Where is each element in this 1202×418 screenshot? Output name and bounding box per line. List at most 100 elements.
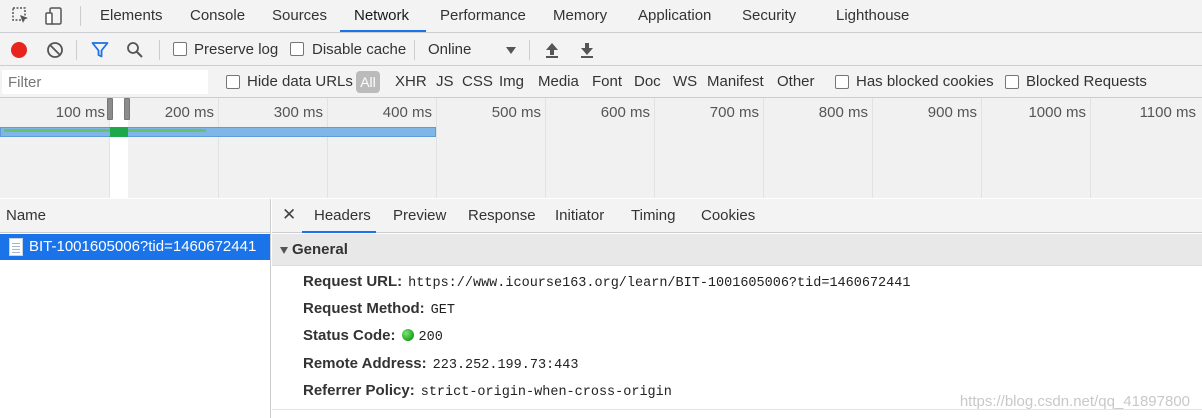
- request-url-value: https://www.icourse163.org/learn/BIT-100…: [408, 276, 911, 291]
- network-overview[interactable]: 100 ms 200 ms 300 ms 400 ms 500 ms 600 m…: [0, 98, 1202, 198]
- filter-input[interactable]: [2, 70, 208, 94]
- filter-type-all[interactable]: All: [356, 71, 380, 93]
- import-har-icon[interactable]: [541, 39, 563, 61]
- disable-cache-label[interactable]: Disable cache: [312, 33, 406, 66]
- filter-type-xhr[interactable]: XHR: [395, 66, 427, 98]
- inspect-element-icon[interactable]: [9, 5, 33, 27]
- remote-address-value: 223.252.199.73:443: [432, 358, 579, 373]
- has-blocked-cookies-checkbox[interactable]: [835, 75, 849, 89]
- filter-type-js[interactable]: JS: [436, 66, 454, 98]
- timeline-tick-label: 900 ms: [927, 104, 977, 121]
- disable-cache-checkbox[interactable]: [290, 42, 304, 56]
- request-url-key: Request URL:: [303, 273, 403, 290]
- general-section-header[interactable]: General: [272, 234, 1202, 266]
- expand-triangle-icon: [280, 247, 288, 254]
- status-ok-icon: [401, 329, 414, 341]
- filter-type-doc[interactable]: Doc: [634, 66, 661, 98]
- filter-icon[interactable]: [89, 39, 111, 61]
- toolbar-separator: [76, 40, 77, 60]
- timeline-gridline: [654, 98, 655, 198]
- tab-response[interactable]: Response: [468, 199, 536, 233]
- tab-timing[interactable]: Timing: [631, 199, 675, 233]
- toolbar-separator: [159, 40, 160, 60]
- overview-left-handle[interactable]: [107, 98, 113, 120]
- tab-elements[interactable]: Elements: [100, 0, 163, 32]
- timeline-gridline: [981, 98, 982, 198]
- remote-address-key: Remote Address:: [303, 355, 427, 372]
- timeline-tick-label: 100 ms: [55, 104, 105, 121]
- request-detail-panel: ✕ Headers Preview Response Initiator Tim…: [272, 199, 1202, 418]
- tab-memory[interactable]: Memory: [553, 0, 607, 32]
- tab-headers[interactable]: Headers: [314, 199, 371, 233]
- request-method-key: Request Method:: [303, 300, 425, 317]
- timeline-tick-label: 1100 ms: [1139, 104, 1196, 121]
- request-list: Name BIT-1001605006?tid=1460672441: [0, 199, 271, 418]
- blocked-requests-label[interactable]: Blocked Requests: [1026, 66, 1147, 98]
- timeline-gridline: [763, 98, 764, 198]
- timeline-tick-label: 200 ms: [164, 104, 214, 121]
- content-download-bar: [110, 127, 128, 137]
- tab-initiator[interactable]: Initiator: [555, 199, 604, 233]
- timeline-gridline: [545, 98, 546, 198]
- tab-sources[interactable]: Sources: [272, 0, 327, 32]
- remote-address-row: Remote Address: 223.252.199.73:443: [303, 351, 578, 377]
- throttling-select[interactable]: Online: [428, 33, 471, 66]
- name-column-header[interactable]: Name: [0, 199, 270, 233]
- status-code-value: 200: [418, 330, 443, 345]
- referrer-policy-key: Referrer Policy:: [303, 382, 415, 399]
- tab-lighthouse[interactable]: Lighthouse: [836, 0, 909, 32]
- record-button[interactable]: [8, 39, 30, 61]
- timeline-tick-label: 500 ms: [491, 104, 541, 121]
- has-blocked-cookies-label[interactable]: Has blocked cookies: [856, 66, 994, 98]
- overview-right-handle[interactable]: [124, 98, 130, 120]
- blocked-requests-checkbox[interactable]: [1005, 75, 1019, 89]
- referrer-policy-value: strict-origin-when-cross-origin: [420, 385, 672, 400]
- filter-type-media[interactable]: Media: [538, 66, 579, 98]
- timeline-gridline: [872, 98, 873, 198]
- clear-button[interactable]: [44, 39, 66, 61]
- timeline-tick-label: 600 ms: [600, 104, 650, 121]
- status-code-key: Status Code:: [303, 327, 396, 344]
- request-row-selected[interactable]: BIT-1001605006?tid=1460672441: [0, 234, 270, 260]
- tab-console[interactable]: Console: [190, 0, 245, 32]
- timeline-gridline: [1090, 98, 1091, 198]
- waiting-ttfb-bar: [4, 129, 206, 132]
- request-name: BIT-1001605006?tid=1460672441: [29, 238, 257, 255]
- toolbar-separator: [529, 40, 530, 60]
- toolbar-separator: [414, 40, 415, 60]
- request-url-row: Request URL: https://www.icourse163.org/l…: [303, 269, 910, 295]
- tab-performance[interactable]: Performance: [440, 0, 526, 32]
- status-code-row: Status Code: 200: [303, 323, 443, 349]
- preserve-log-checkbox[interactable]: [173, 42, 187, 56]
- filter-type-manifest[interactable]: Manifest: [707, 66, 764, 98]
- timeline-tick-label: 300 ms: [273, 104, 323, 121]
- timeline-tick-label: 400 ms: [382, 104, 432, 121]
- export-har-icon[interactable]: [576, 39, 598, 61]
- tab-cookies[interactable]: Cookies: [701, 199, 755, 233]
- timeline-gridline: [436, 98, 437, 198]
- tab-security[interactable]: Security: [742, 0, 796, 32]
- tab-network[interactable]: Network: [354, 0, 409, 32]
- filter-type-img[interactable]: Img: [499, 66, 524, 98]
- tab-preview[interactable]: Preview: [393, 199, 446, 233]
- tab-application[interactable]: Application: [638, 0, 711, 32]
- timeline-tick-label: 700 ms: [709, 104, 759, 121]
- filter-type-css[interactable]: CSS: [462, 66, 493, 98]
- watermark: https://blog.csdn.net/qq_41897800: [959, 393, 1190, 410]
- timeline-gridline: [218, 98, 219, 198]
- filter-type-ws[interactable]: WS: [673, 66, 697, 98]
- timeline-gridline: [327, 98, 328, 198]
- close-icon[interactable]: ✕: [282, 199, 296, 231]
- hide-data-urls-checkbox[interactable]: [226, 75, 240, 89]
- preserve-log-label[interactable]: Preserve log: [194, 33, 278, 66]
- filter-type-font[interactable]: Font: [592, 66, 622, 98]
- hide-data-urls-label[interactable]: Hide data URLs: [247, 66, 353, 98]
- filter-type-other[interactable]: Other: [777, 66, 815, 98]
- tab-separator: [80, 6, 81, 26]
- request-method-row: Request Method: GET: [303, 296, 455, 322]
- devtools-tab-bar: Elements Console Sources Network Perform…: [0, 0, 1202, 33]
- chevron-down-icon[interactable]: [500, 39, 522, 61]
- device-toolbar-icon[interactable]: [42, 5, 66, 27]
- name-column-title: Name: [6, 207, 47, 224]
- search-icon[interactable]: [124, 39, 146, 61]
